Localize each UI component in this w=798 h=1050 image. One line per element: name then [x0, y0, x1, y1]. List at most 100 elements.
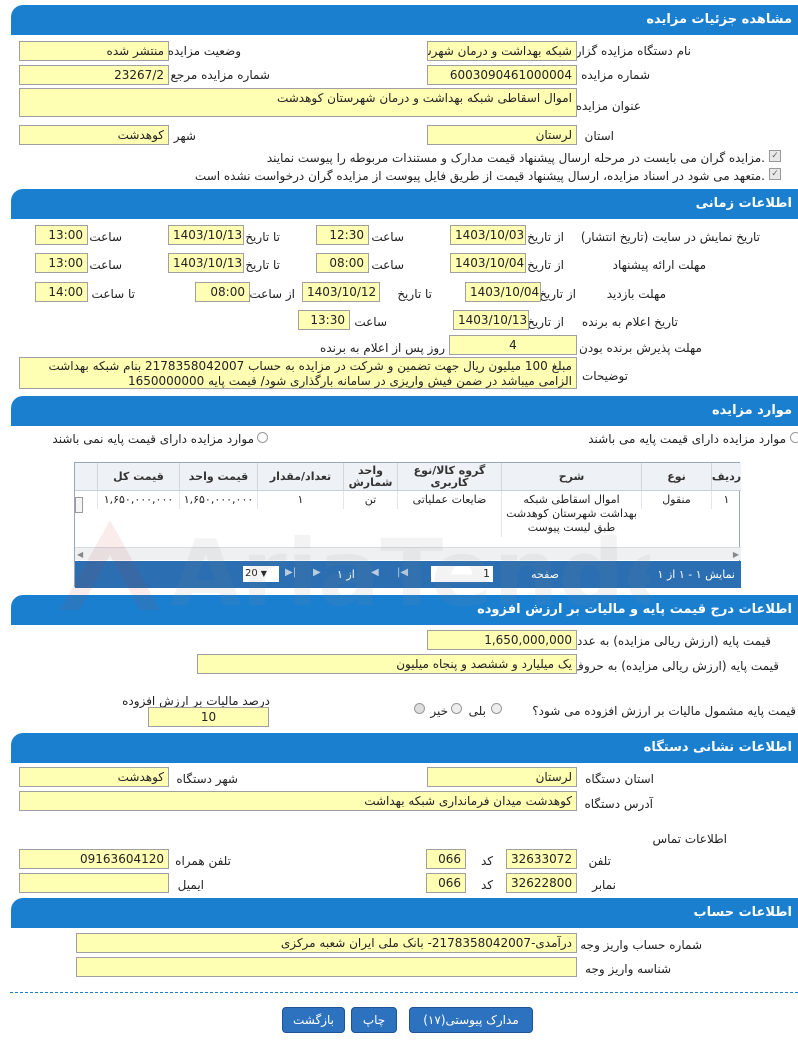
agency-city-field: کوهدشت — [19, 767, 169, 787]
table-pager: نمایش ۱ - ۱ از ۱ صفحه 1 از ۱ |◀ ◀ ▶ ▶| 2… — [75, 561, 741, 588]
publish-from-time: 12:30 — [316, 225, 369, 245]
col-type: نوع — [641, 463, 711, 490]
cell-row: ۱ — [711, 491, 741, 509]
auction-no-label: شماره مزایده — [581, 68, 650, 82]
publish-to-time-label: ساعت — [89, 230, 122, 244]
page-size-value: 20 — [245, 568, 258, 579]
payment-id-label: شناسه واریز وجه — [585, 962, 671, 976]
next-page-icon[interactable]: ▶ — [313, 567, 321, 578]
visit-from-time-label: از ساعت — [249, 287, 295, 301]
status-field: منتشر شده — [19, 41, 169, 61]
col-unit-price: قیمت واحد — [179, 463, 257, 490]
section-header-details: مشاهده جزئیات مزایده — [11, 5, 798, 35]
fax-code-field: 066 — [426, 873, 466, 893]
radio-without-base-price-label: موارد مزایده دارای قیمت پایه نمی باشند — [52, 432, 254, 446]
cell-type: منقول — [641, 491, 711, 509]
vat-no-label: خیر — [430, 704, 448, 718]
visit-label: مهلت بازدید — [606, 287, 666, 301]
title-field: اموال اسقاطی شبکه بهداشت و درمان شهرستان… — [19, 88, 577, 117]
cell-total: ۱,۶۵۰,۰۰۰,۰۰۰ — [97, 491, 179, 509]
winner-time: 13:30 — [298, 310, 350, 330]
vat-yes-radio[interactable] — [491, 703, 502, 714]
title-label: عنوان مزایده — [575, 99, 641, 113]
accept-days-text: روز پس از اعلام به برنده — [320, 341, 445, 355]
attach-docs-text: مزایده گران می بایست در مرحله ارسال پیشن… — [266, 151, 765, 165]
offer-to-date: 1403/10/13 — [168, 253, 244, 273]
row-expand-handle[interactable] — [75, 497, 83, 513]
items-table-header: ردیف نوع شرح گروه کالا/نوع کاربری واحد ش… — [75, 463, 741, 491]
horizontal-scrollbar[interactable]: ◀ ▶ — [75, 547, 741, 560]
first-page-icon[interactable]: |◀ — [397, 567, 408, 578]
last-page-icon[interactable]: ▶| — [285, 567, 296, 578]
cell-unit: تن — [343, 491, 397, 509]
base-price-num-field: 1,650,000,000 — [427, 630, 577, 650]
winner-label: تاریخ اعلام به برنده — [581, 315, 678, 329]
col-desc: شرح — [501, 463, 641, 490]
page-size-select[interactable]: 20 ▼ — [243, 566, 279, 582]
publish-to-label: تا تاریخ — [245, 230, 280, 244]
vat-extra-radio[interactable] — [414, 703, 425, 714]
pager-page-label: صفحه — [531, 568, 559, 581]
description-label: توضیحات — [581, 369, 628, 383]
fax-label: نمابر — [592, 878, 616, 892]
section-header-agency: اطلاعات نشانی دستگاه — [11, 733, 798, 763]
base-price-num-label: قیمت پایه (ارزش ریالی مزایده) به عدد — [576, 634, 771, 648]
base-price-word-field: یک میلیارد و ششصد و پنجاه میلیون — [197, 654, 577, 674]
radio-without-base-price[interactable] — [257, 432, 268, 443]
org-label: نام دستگاه مزایده گزار — [575, 44, 691, 58]
publish-to-date: 1403/10/13 — [168, 225, 244, 245]
visit-to-time: 14:00 — [35, 282, 88, 302]
chevron-down-icon: ▼ — [260, 569, 267, 578]
agency-city-label: شهر دستگاه — [176, 772, 238, 786]
auction-no-field: 6003090461000004 — [427, 65, 577, 85]
scroll-right-icon[interactable]: ▶ — [733, 550, 739, 559]
pager-page-input[interactable]: 1 — [431, 566, 493, 582]
publish-to-time: 13:00 — [35, 225, 88, 245]
print-button[interactable]: چاپ — [351, 1007, 397, 1033]
visit-from-date: 1403/10/04 — [465, 282, 541, 302]
col-row: ردیف — [711, 463, 741, 490]
scroll-left-icon[interactable]: ◀ — [77, 550, 83, 559]
no-file-offer-checkbox[interactable]: ✓ — [769, 168, 781, 180]
ref-no-label: شماره مزایده مرجع — [170, 68, 270, 82]
publish-from-label: از تاریخ — [527, 230, 564, 244]
account-no-label: شماره حساب واریز وجه — [580, 938, 702, 952]
visit-to-time-label: تا ساعت — [91, 287, 135, 301]
auction-details-page: مشاهده جزئیات مزایده نام دستگاه مزایده گ… — [0, 0, 798, 1050]
publish-from-time-label: ساعت — [371, 230, 404, 244]
offer-to-time: 13:00 — [35, 253, 88, 273]
col-total: قیمت کل — [97, 463, 179, 490]
winner-from-label: از تاریخ — [527, 315, 564, 329]
visit-from-time: 08:00 — [195, 282, 250, 302]
winner-time-label: ساعت — [354, 315, 387, 329]
mobile-label: تلفن همراه — [175, 854, 231, 868]
attach-docs-checkbox[interactable]: ✓ — [769, 150, 781, 162]
vat-question-label: قیمت پایه مشمول مالیات بر ارزش افزوده می… — [532, 704, 796, 718]
phone-field: 32633072 — [506, 849, 577, 869]
fax-code-label: کد — [480, 878, 493, 892]
vat-yes-label: بلی — [468, 704, 486, 718]
agency-province-field: لرستان — [427, 767, 577, 787]
offer-from-time-label: ساعت — [371, 258, 404, 272]
section-header-items: موارد مزایده — [11, 396, 798, 426]
offer-to-label: تا تاریخ — [245, 258, 280, 272]
phone-code-field: 066 — [426, 849, 466, 869]
radio-with-base-price-label: موارد مزایده دارای قیمت پایه می باشند — [588, 432, 786, 446]
vat-percent-label: درصد مالیات بر ارزش افزوده — [122, 694, 270, 708]
payment-id-field — [76, 957, 577, 977]
org-field: شبکه بهداشت و درمان شهرستان کوهدشت — [427, 41, 577, 61]
fax-field: 32622800 — [506, 873, 577, 893]
back-button[interactable]: بازگشت — [282, 1007, 345, 1033]
attached-docs-button[interactable]: مدارک پیوستی(۱۷) — [409, 1007, 533, 1033]
vat-no-radio[interactable] — [451, 703, 462, 714]
table-row[interactable]: ۱ منقول اموال اسقاطی شبکه بهداشت شهرستان… — [75, 491, 741, 545]
radio-with-base-price[interactable] — [790, 432, 798, 443]
publish-label: تاریخ نمایش در سایت (تاریخ انتشار) — [580, 230, 760, 244]
phone-code-label: کد — [480, 854, 493, 868]
prev-page-icon[interactable]: ◀ — [371, 567, 379, 578]
col-unit: واحد شمارش — [343, 463, 397, 490]
accept-label: مهلت پذیرش برنده بودن — [579, 341, 702, 355]
email-label: ایمیل — [177, 878, 204, 892]
section-header-timing: اطلاعات زمانی — [11, 189, 798, 219]
offer-label: مهلت ارائه پیشنهاد — [612, 258, 706, 272]
